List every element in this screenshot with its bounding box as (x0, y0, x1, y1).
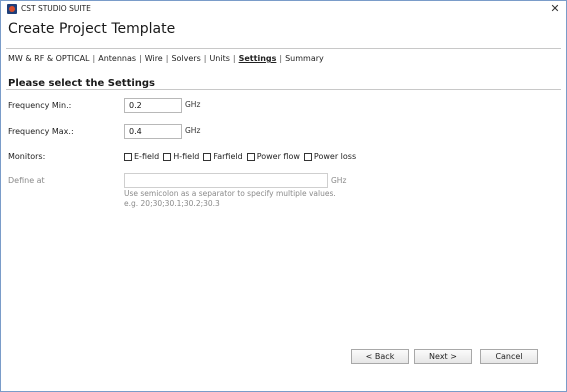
breadcrumb-separator: | (92, 54, 96, 63)
close-button[interactable]: ✕ (548, 2, 562, 16)
section-heading: Please select the Settings (8, 78, 156, 89)
divider (6, 48, 561, 49)
cancel-button[interactable]: Cancel (480, 349, 538, 364)
power-flow-label: Power flow (256, 152, 300, 161)
freq-min-input[interactable]: 0.2 (124, 98, 182, 113)
title-bar: CST STUDIO SUITE ✕ (1, 1, 566, 17)
define-at-example: e.g. 20;30;30.1;30.2;30.3 (124, 199, 220, 208)
monitor-power-loss[interactable]: Power loss (303, 152, 357, 161)
freq-max-label: Frequency Max.: (8, 127, 74, 136)
breadcrumb-item-wire[interactable]: Wire (145, 54, 163, 63)
freq-min-unit: GHz (185, 100, 201, 109)
monitors-label: Monitors: (8, 152, 46, 161)
power-flow-checkbox[interactable] (246, 152, 255, 161)
breadcrumb: MW & RF & OPTICAL | Antennas | Wire | Solvers |… (8, 54, 324, 63)
breadcrumb-item-mw-rf-optical[interactable]: MW & RF & OPTICAL (8, 54, 90, 63)
next-button[interactable]: Next > (414, 349, 472, 364)
define-at-unit: GHz (331, 176, 347, 185)
app-title: CST STUDIO SUITE (21, 4, 91, 13)
breadcrumb-item-units[interactable]: Units (209, 54, 229, 63)
power-loss-checkbox[interactable] (303, 152, 312, 161)
e-field-checkbox[interactable] (124, 152, 132, 161)
monitors-group: E-field H-field Farfield Power flow Powe… (124, 151, 356, 162)
farfield-checkbox[interactable] (203, 152, 212, 161)
breadcrumb-separator: | (139, 54, 142, 63)
power-loss-label: Power loss (313, 152, 357, 161)
freq-max-unit: GHz (185, 126, 201, 135)
breadcrumb-separator: | (279, 54, 283, 63)
freq-max-input[interactable]: 0.4 (124, 124, 182, 139)
cst-app-icon (7, 4, 17, 14)
define-at-input[interactable] (124, 173, 328, 188)
freq-min-label: Frequency Min.: (8, 101, 72, 110)
monitor-h-field[interactable]: H-field (163, 152, 199, 161)
breadcrumb-item-antennas[interactable]: Antennas (98, 54, 136, 63)
breadcrumb-separator: | (203, 54, 207, 63)
breadcrumb-separator: | (232, 54, 236, 63)
back-button[interactable]: < Back (351, 349, 409, 364)
h-field-checkbox[interactable] (163, 152, 172, 161)
e-field-label: E-field (134, 152, 160, 161)
breadcrumb-item-summary[interactable]: Summary (285, 54, 324, 63)
farfield-label: Farfield (213, 152, 243, 161)
h-field-label: H-field (173, 152, 200, 161)
monitor-e-field[interactable]: E-field (124, 152, 159, 161)
wizard-window: CST STUDIO SUITE ✕ Create Project Templa… (0, 0, 567, 392)
divider (6, 89, 561, 90)
breadcrumb-separator: | (165, 54, 169, 63)
breadcrumb-item-settings[interactable]: Settings (239, 54, 277, 63)
monitor-power-flow[interactable]: Power flow (246, 152, 300, 161)
monitor-farfield[interactable]: Farfield (203, 152, 243, 161)
define-at-label: Define at (8, 176, 45, 185)
breadcrumb-item-solvers[interactable]: Solvers (171, 54, 200, 63)
page-title: Create Project Template (8, 21, 176, 37)
define-at-hint: Use semicolon as a separator to specify … (124, 189, 336, 198)
